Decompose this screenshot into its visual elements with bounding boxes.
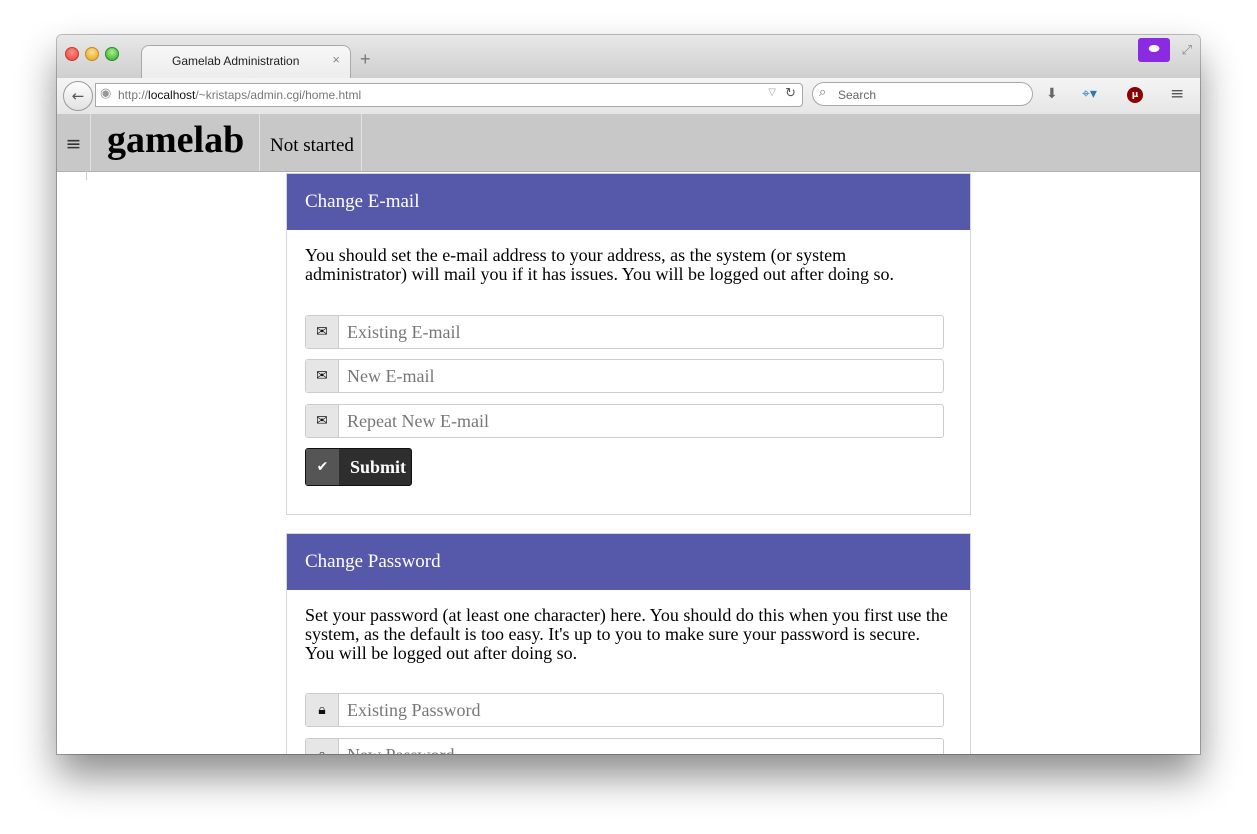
- envelope-filled-icon: ✉: [306, 316, 339, 348]
- url-history-dropdown-icon[interactable]: ▽: [768, 87, 776, 98]
- tab-title: Gamelab Administration: [172, 54, 300, 68]
- panel-title: Change E-mail: [287, 174, 970, 230]
- url-scheme: http://: [118, 88, 149, 102]
- lock-icon: 🔒︎: [306, 694, 339, 726]
- envelope-outline-icon: ✉: [306, 405, 339, 437]
- privacy-mask-icon[interactable]: ⬬: [1138, 38, 1170, 62]
- zoom-window-button[interactable]: [105, 47, 119, 61]
- new-password-field[interactable]: 🔒︎: [305, 738, 944, 754]
- existing-password-input[interactable]: [339, 694, 939, 726]
- minimize-window-button[interactable]: [85, 47, 99, 61]
- navigation-bar: ← ◉ http://localhost/~kristaps/admin.cgi…: [57, 78, 1200, 115]
- download-icon[interactable]: ⬇: [1046, 86, 1058, 102]
- envelope-outline-icon: ✉: [306, 360, 339, 392]
- brand-logo[interactable]: gamelab: [91, 114, 260, 171]
- browser-window: Gamelab Administration × + ⬬ ⤢ ← ◉ http:…: [57, 35, 1200, 754]
- new-tab-button[interactable]: +: [360, 49, 371, 70]
- tab-gamelab-administration[interactable]: Gamelab Administration ×: [141, 45, 351, 80]
- game-status: Not started: [261, 114, 362, 171]
- divider: [86, 171, 87, 180]
- back-button[interactable]: ←: [63, 81, 93, 111]
- check-icon: ✔: [306, 449, 339, 485]
- new-email-field[interactable]: ✉: [305, 359, 944, 393]
- page-content: ≡ gamelab Not started Change E-mail You …: [57, 114, 1200, 754]
- url-bar[interactable]: ◉ http://localhost/~kristaps/admin.cgi/h…: [95, 83, 803, 107]
- repeat-email-field[interactable]: ✉: [305, 404, 944, 438]
- close-window-button[interactable]: [65, 47, 79, 61]
- search-input[interactable]: ⌕ Search: [812, 82, 1033, 106]
- url-path: /~kristaps/admin.cgi/home.html: [195, 88, 362, 102]
- url-text: http://localhost/~kristaps/admin.cgi/hom…: [118, 88, 361, 102]
- extension-icon[interactable]: ⌖▾: [1082, 86, 1097, 102]
- reload-icon[interactable]: ↻: [785, 86, 796, 101]
- existing-password-field[interactable]: 🔒︎: [305, 693, 944, 727]
- panel-description: Set your password (at least one characte…: [305, 605, 948, 663]
- lock-icon: 🔒︎: [306, 739, 339, 754]
- submit-label: Submit: [350, 457, 407, 477]
- change-email-panel: Change E-mail You should set the e-mail …: [286, 173, 971, 515]
- existing-email-input[interactable]: [339, 316, 939, 348]
- tab-strip: Gamelab Administration × + ⬬ ⤢: [57, 35, 1200, 80]
- back-arrow-icon: ←: [71, 87, 85, 105]
- search-placeholder: Search: [838, 88, 877, 102]
- new-password-input[interactable]: [339, 739, 939, 754]
- existing-email-field[interactable]: ✉: [305, 315, 944, 349]
- fullscreen-icon[interactable]: ⤢: [1182, 43, 1192, 58]
- repeat-email-input[interactable]: [339, 405, 939, 437]
- ublock-icon[interactable]: µ: [1127, 87, 1143, 103]
- new-email-input[interactable]: [339, 360, 939, 392]
- hamburger-menu-icon[interactable]: ≡: [57, 114, 91, 171]
- search-icon: ⌕: [819, 85, 827, 100]
- close-tab-icon[interactable]: ×: [332, 52, 340, 67]
- url-host: localhost: [148, 88, 196, 102]
- app-header: ≡ gamelab Not started: [57, 114, 1200, 172]
- panel-description: You should set the e-mail address to you…: [305, 245, 894, 284]
- globe-icon: ◉: [100, 86, 112, 101]
- submit-email-button[interactable]: ✔ Submit: [305, 448, 412, 486]
- panel-title: Change Password: [287, 534, 970, 590]
- change-password-panel: Change Password Set your password (at le…: [286, 533, 971, 754]
- menu-icon[interactable]: ≡: [1170, 84, 1184, 104]
